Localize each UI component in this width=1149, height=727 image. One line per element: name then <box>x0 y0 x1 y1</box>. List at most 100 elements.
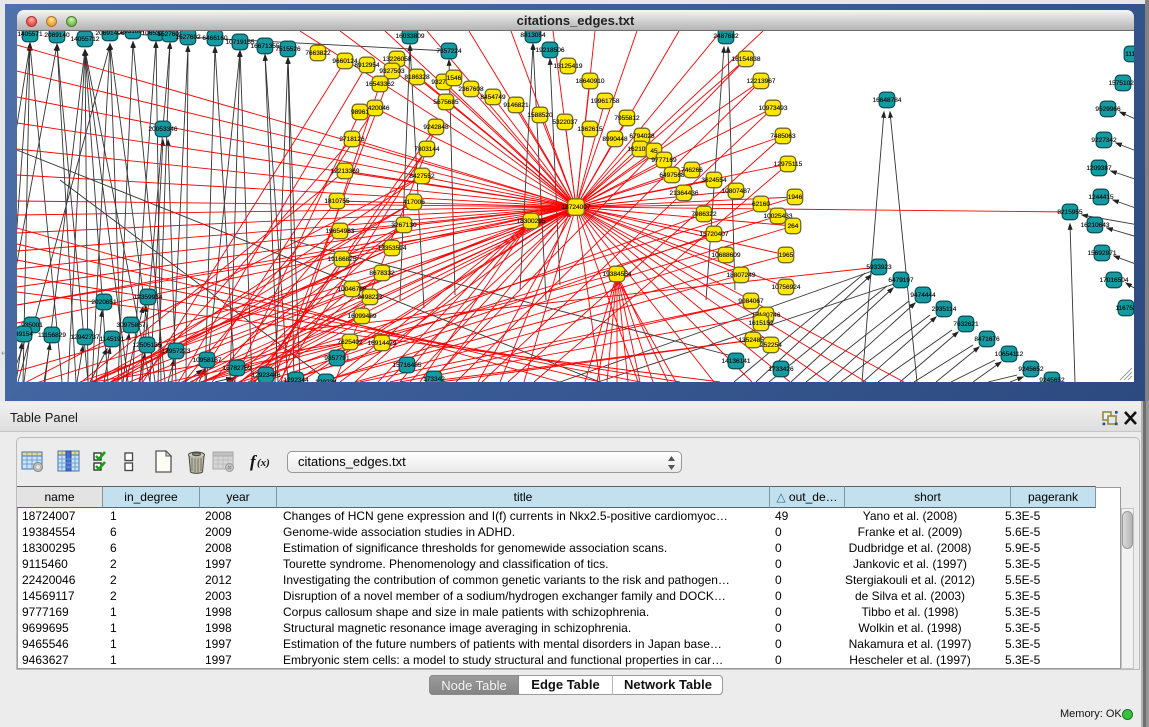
svg-text:1810755: 1810755 <box>324 198 350 205</box>
svg-text:17016504: 17016504 <box>1100 277 1129 284</box>
svg-text:9242848: 9242848 <box>423 124 449 131</box>
svg-text:2935114: 2935114 <box>932 306 957 313</box>
svg-text:8813054: 8813054 <box>520 32 546 39</box>
svg-text:2020651: 2020651 <box>91 299 117 306</box>
svg-text:1292344: 1292344 <box>283 377 309 382</box>
svg-text:2367608: 2367608 <box>458 86 484 93</box>
svg-text:2487682: 2487682 <box>713 33 739 40</box>
svg-text:13226058: 13226058 <box>383 56 412 63</box>
svg-text:19961758: 19961758 <box>591 98 620 105</box>
svg-text:1733426: 1733426 <box>768 366 794 373</box>
svg-text:16033809: 16033809 <box>396 33 425 40</box>
svg-text:8990448: 8990448 <box>602 136 628 143</box>
svg-text:8215955: 8215955 <box>1057 209 1083 216</box>
svg-text:2069140: 2069140 <box>44 32 70 39</box>
svg-text:7803144: 7803144 <box>414 146 440 153</box>
svg-text:9529966: 9529966 <box>1095 106 1121 113</box>
svg-text:16782759: 16782759 <box>223 365 252 372</box>
svg-text:1527602: 1527602 <box>175 34 201 41</box>
svg-text:12975115: 12975115 <box>774 161 803 168</box>
svg-text:746266: 746266 <box>681 167 703 174</box>
svg-text:15720407: 15720407 <box>700 231 729 238</box>
svg-text:12213369: 12213369 <box>331 168 360 175</box>
svg-text:1546: 1546 <box>447 75 462 82</box>
svg-text:3498222: 3498222 <box>357 294 383 301</box>
svg-text:30975867: 30975867 <box>117 322 146 329</box>
svg-text:10756924: 10756924 <box>772 284 801 291</box>
svg-text:9327503: 9327503 <box>379 68 405 75</box>
svg-text:9245652: 9245652 <box>1039 377 1065 382</box>
svg-text:19384554: 19384554 <box>603 271 632 278</box>
svg-text:252254: 252254 <box>760 342 782 349</box>
svg-text:3624554: 3624554 <box>701 177 727 184</box>
svg-text:18300295: 18300295 <box>517 218 546 225</box>
svg-text:6794028: 6794028 <box>629 133 655 140</box>
svg-text:39154: 39154 <box>17 331 33 338</box>
svg-text:16543362: 16543362 <box>366 81 395 88</box>
svg-text:7632621: 7632621 <box>953 321 979 328</box>
svg-text:19166825: 19166825 <box>328 256 357 263</box>
svg-text:264: 264 <box>788 223 799 230</box>
svg-text:173342: 173342 <box>423 376 445 382</box>
svg-text:1209387: 1209387 <box>1086 165 1112 172</box>
svg-text:417006: 417006 <box>403 199 425 206</box>
svg-text:14136141: 14136141 <box>722 358 751 365</box>
svg-text:18640910: 18640910 <box>576 78 605 85</box>
svg-text:10958187: 10958187 <box>193 357 222 364</box>
svg-text:10654112: 10654112 <box>995 351 1024 358</box>
svg-text:5933923: 5933923 <box>866 264 892 271</box>
svg-text:2718126: 2718126 <box>339 136 365 143</box>
svg-text:12923446: 12923446 <box>252 372 281 379</box>
svg-text:62160: 62160 <box>752 201 770 208</box>
svg-text:17957223: 17957223 <box>162 348 191 355</box>
svg-text:6466160: 6466160 <box>202 35 228 42</box>
svg-text:15716485: 15716485 <box>393 362 422 369</box>
svg-text:9146821: 9146821 <box>503 102 529 109</box>
svg-text:1965: 1965 <box>779 252 794 259</box>
svg-text:12505135: 12505135 <box>133 342 162 349</box>
svg-text:116753: 116753 <box>1115 305 1134 312</box>
svg-text:16648784: 16648784 <box>873 97 902 104</box>
svg-text:12942737: 12942737 <box>71 334 100 341</box>
svg-text:6479197: 6479197 <box>888 277 914 284</box>
svg-text:1946: 1946 <box>788 194 803 201</box>
svg-text:10807487: 10807487 <box>722 188 751 195</box>
svg-text:13125419: 13125419 <box>554 63 583 70</box>
svg-text:8186328: 8186328 <box>404 74 430 81</box>
svg-text:8471676: 8471676 <box>974 336 1000 343</box>
svg-text:15692971: 15692971 <box>1088 250 1117 257</box>
svg-text:19654983: 19654983 <box>326 228 355 235</box>
svg-text:(x): (x) <box>257 457 270 469</box>
svg-text:98961: 98961 <box>351 109 369 116</box>
svg-text:7663822: 7663822 <box>305 50 331 57</box>
svg-text:7485063: 7485063 <box>770 133 796 140</box>
svg-text:9245652: 9245652 <box>1018 366 1044 373</box>
svg-text:5675685: 5675685 <box>433 99 459 106</box>
svg-text:7357224: 7357224 <box>436 48 462 55</box>
svg-text:1362615: 1362615 <box>577 126 603 133</box>
svg-text:1145191: 1145191 <box>100 336 125 343</box>
svg-text:7955812: 7955812 <box>614 115 640 122</box>
svg-text:9474444: 9474444 <box>910 292 936 299</box>
svg-text:1117: 1117 <box>1125 51 1134 58</box>
svg-text:8678332: 8678332 <box>369 270 395 277</box>
svg-text:9777169: 9777169 <box>651 157 677 164</box>
svg-text:14055712: 14055712 <box>71 36 100 43</box>
svg-text:21364436: 21364436 <box>670 190 699 197</box>
svg-text:1615152: 1615152 <box>748 320 774 327</box>
svg-text:16154838: 16154838 <box>732 56 761 63</box>
svg-text:8427552: 8427552 <box>409 173 435 180</box>
svg-text:5322037: 5322037 <box>552 119 578 126</box>
svg-text:1405571: 1405571 <box>17 31 43 38</box>
svg-text:7625402: 7625402 <box>337 339 363 346</box>
svg-text:1588520: 1588520 <box>527 112 553 119</box>
svg-text:9084067: 9084067 <box>738 298 764 305</box>
svg-text:18724007: 18724007 <box>562 204 591 211</box>
svg-text:7515526: 7515526 <box>275 46 301 53</box>
svg-text:9227342: 9227342 <box>1091 137 1117 144</box>
svg-text:19218506: 19218506 <box>536 47 565 54</box>
svg-text:16210643: 16210643 <box>1081 222 1110 229</box>
svg-text:10688609: 10688609 <box>712 252 741 259</box>
svg-text:12359934: 12359934 <box>134 294 163 301</box>
svg-text:11156829: 11156829 <box>38 332 66 339</box>
